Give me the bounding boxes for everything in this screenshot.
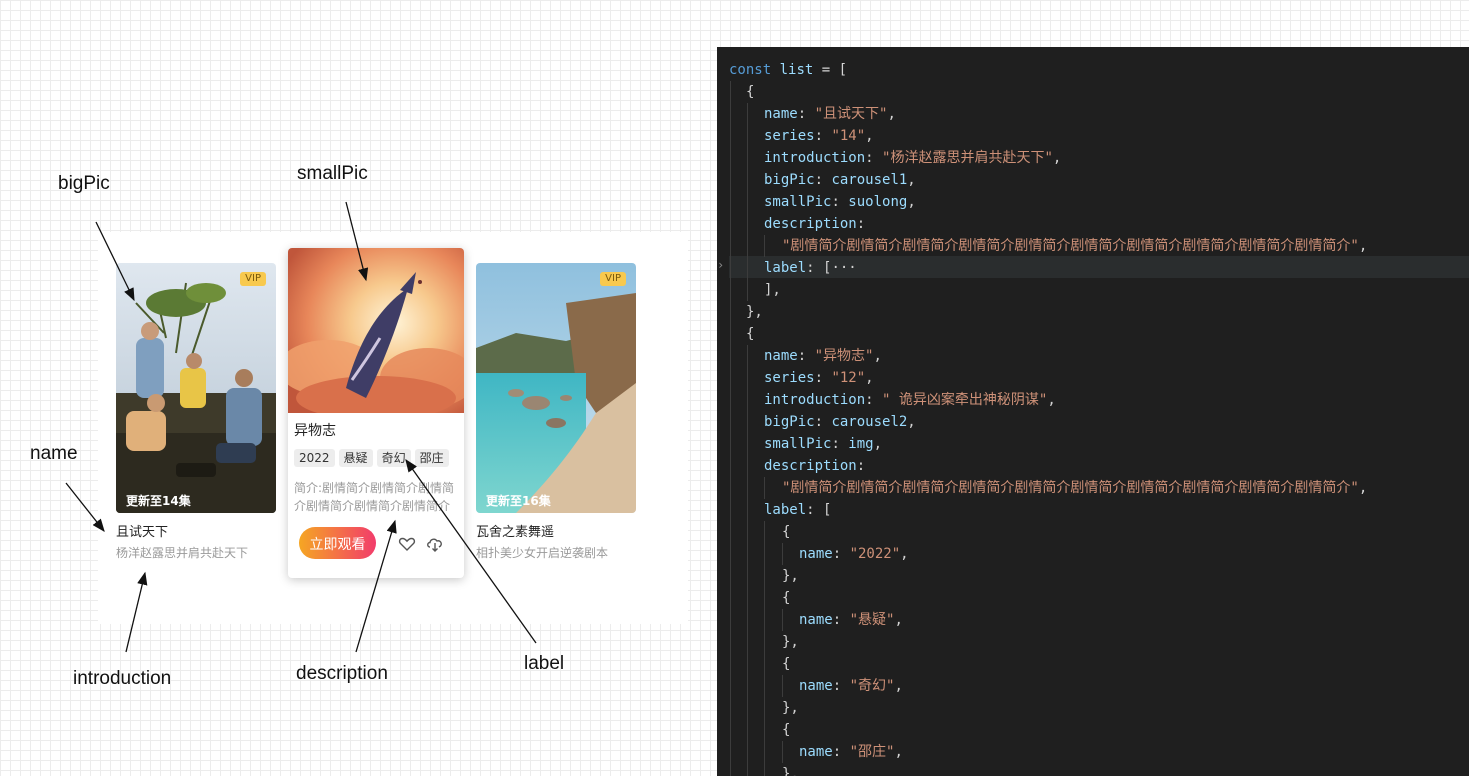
annotation-introduction: introduction bbox=[73, 668, 172, 689]
code-line: }, bbox=[782, 700, 799, 716]
card-name: 且试天下 bbox=[116, 525, 169, 540]
watch-now-button[interactable]: 立即观看 bbox=[299, 527, 376, 559]
label-list: 2022 悬疑 奇幻 邵庄 bbox=[294, 449, 449, 467]
card-name: 瓦舍之素舞遥 bbox=[476, 525, 555, 540]
code-line: introduction: "杨洋赵露思并肩共赴天下", bbox=[764, 150, 1062, 166]
code-line: const list = [ bbox=[729, 62, 848, 78]
label-chip[interactable]: 2022 bbox=[294, 449, 335, 467]
code-line: { bbox=[746, 326, 755, 342]
indent-guide bbox=[782, 609, 783, 631]
code-line: bigPic: carousel1, bbox=[764, 172, 916, 188]
code-line: bigPic: carousel2, bbox=[764, 414, 916, 430]
small-pic[interactable] bbox=[288, 248, 464, 420]
code-line: name: "邵庄", bbox=[799, 744, 903, 760]
code-line: name: "悬疑", bbox=[799, 612, 903, 628]
indent-guide bbox=[747, 103, 748, 301]
code-line: "剧情简介剧情简介剧情简介剧情简介剧情简介剧情简介剧情简介剧情简介剧情简介剧情简… bbox=[782, 480, 1368, 496]
code-line: ], bbox=[764, 282, 781, 298]
card-introduction: 杨洋赵露思并肩共赴天下 bbox=[116, 546, 249, 560]
vip-badge: VIP bbox=[240, 272, 266, 286]
planting-scene-image bbox=[116, 263, 276, 513]
code-line: }, bbox=[782, 766, 799, 776]
label-chip[interactable]: 邵庄 bbox=[414, 449, 449, 467]
annotation-name: name bbox=[30, 443, 78, 464]
big-pic-3[interactable]: VIP 更新至16集 bbox=[476, 263, 636, 513]
label-chip[interactable]: 奇幻 bbox=[376, 449, 411, 467]
heart-icon[interactable] bbox=[397, 534, 417, 554]
code-line: "剧情简介剧情简介剧情简介剧情简介剧情简介剧情简介剧情简介剧情简介剧情简介剧情简… bbox=[782, 238, 1368, 254]
code-line: label: [ bbox=[764, 502, 832, 518]
card-name: 异物志 bbox=[294, 423, 336, 439]
code-editor[interactable]: › const list = [ { name: "且试天下", series:… bbox=[717, 47, 1469, 776]
card-1[interactable]: VIP 更新至14集 且试天下 杨洋赵露思并肩共赴天下 bbox=[116, 263, 276, 563]
annotation-smallpic: smallPic bbox=[297, 163, 368, 184]
episode-update: 更新至16集 bbox=[486, 494, 551, 508]
annotation-label: label bbox=[524, 653, 565, 674]
code-line: }, bbox=[782, 568, 799, 584]
whale-sky-image bbox=[288, 248, 464, 420]
indent-guide bbox=[730, 81, 731, 776]
code-line: description: bbox=[764, 458, 866, 474]
indent-guide bbox=[782, 543, 783, 565]
code-line: smallPic: suolong, bbox=[764, 194, 916, 210]
code-line: name: "且试天下", bbox=[764, 106, 896, 122]
code-line: { bbox=[782, 656, 791, 672]
indent-guide bbox=[764, 521, 765, 776]
card-2-expanded[interactable]: 异物志 2022 悬疑 奇幻 邵庄 简介:剧情简介剧情简介剧情简介剧情简介剧情简… bbox=[288, 248, 464, 578]
code-line: series: "12", bbox=[764, 370, 874, 386]
indent-guide bbox=[764, 477, 765, 499]
annotation-bigpic: bigPic bbox=[58, 173, 110, 194]
code-line: { bbox=[782, 722, 791, 738]
code-line: label: [··· bbox=[764, 260, 857, 276]
vip-badge: VIP bbox=[600, 272, 626, 286]
code-line: series: "14", bbox=[764, 128, 874, 144]
indent-guide bbox=[782, 741, 783, 763]
beach-scene-image bbox=[476, 263, 636, 513]
fold-chevron-icon[interactable]: › bbox=[717, 258, 724, 272]
episode-update: 更新至14集 bbox=[126, 494, 191, 508]
code-line: description: bbox=[764, 216, 866, 232]
code-line: smallPic: img, bbox=[764, 436, 883, 452]
indent-guide bbox=[764, 235, 765, 257]
label-chip[interactable]: 悬疑 bbox=[338, 449, 373, 467]
code-line: { bbox=[782, 524, 791, 540]
code-line: name: "奇幻", bbox=[799, 678, 903, 694]
code-line: }, bbox=[782, 634, 799, 650]
code-line: name: "2022", bbox=[799, 546, 909, 562]
code-line: { bbox=[746, 84, 755, 100]
indent-guide bbox=[782, 675, 783, 697]
card-introduction: 相扑美少女开启逆袭剧本 bbox=[476, 546, 609, 560]
indent-guide bbox=[747, 345, 748, 776]
annotation-description: description bbox=[296, 663, 388, 684]
card-description: 简介:剧情简介剧情简介剧情简介剧情简介剧情简介剧情简介剧情简介剧情简介剧情简介剧… bbox=[294, 481, 455, 513]
card-3[interactable]: VIP 更新至16集 瓦舍之素舞遥 相扑美少女开启逆袭剧本 bbox=[476, 263, 636, 563]
cloud-download-icon[interactable] bbox=[425, 534, 445, 554]
code-line: }, bbox=[746, 304, 763, 320]
code-line: { bbox=[782, 590, 791, 606]
code-line: introduction: " 诡异凶案牵出神秘阴谋", bbox=[764, 392, 1056, 408]
big-pic-1[interactable]: VIP 更新至14集 bbox=[116, 263, 276, 513]
code-line: name: "异物志", bbox=[764, 348, 882, 364]
